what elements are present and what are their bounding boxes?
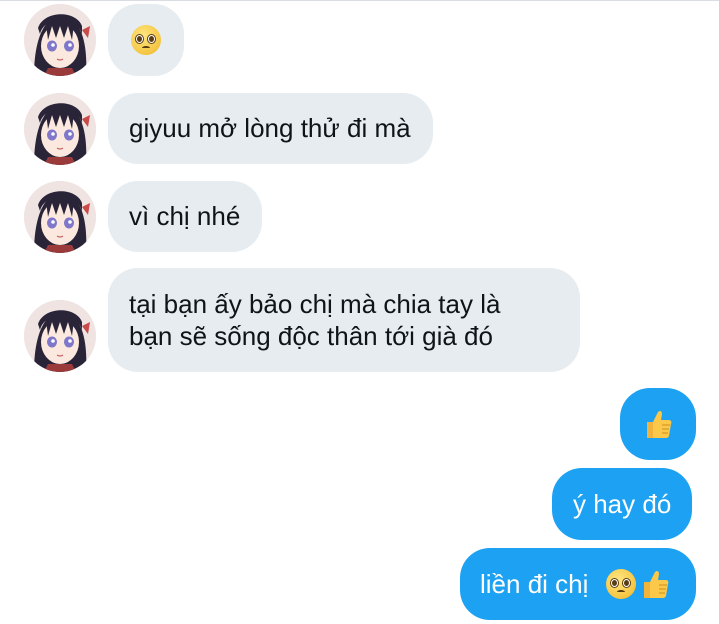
pleading-face-icon [606, 569, 636, 599]
message-text-line: tại bạn ấy bảo chị mà chia tay là [129, 289, 501, 319]
message-text: ý hay đó [573, 489, 672, 519]
avatar[interactable] [24, 4, 96, 76]
message-bubble-outgoing[interactable] [620, 388, 696, 460]
top-divider [0, 0, 719, 1]
message-bubble-outgoing[interactable]: liền đi chị [460, 548, 696, 620]
message-bubble-incoming[interactable]: tại bạn ấy bảo chị mà chia tay là bạn sẽ… [108, 268, 580, 372]
message-bubble-outgoing[interactable]: ý hay đó [552, 468, 693, 540]
avatar-image [24, 4, 96, 76]
message-bubble-incoming[interactable] [108, 4, 184, 76]
avatar[interactable] [24, 181, 96, 253]
message-text: liền đi chị [480, 569, 589, 599]
avatar[interactable] [24, 93, 96, 165]
pleading-face-icon [131, 25, 161, 55]
message-text: giyuu mở lòng thử đi mà [129, 113, 411, 143]
avatar[interactable] [24, 300, 96, 372]
avatar-image [24, 300, 96, 372]
message-text: vì chị nhé [129, 201, 241, 231]
avatar-image [24, 181, 96, 253]
message-bubble-incoming[interactable]: giyuu mở lòng thử đi mà [108, 93, 433, 164]
avatar-image [24, 93, 96, 165]
message-bubble-incoming[interactable]: vì chị nhé [108, 181, 263, 252]
message-text-line: bạn sẽ sống độc thân tới già đó [129, 321, 493, 351]
thumbs-up-icon [643, 408, 673, 440]
thumbs-up-icon [640, 568, 670, 600]
